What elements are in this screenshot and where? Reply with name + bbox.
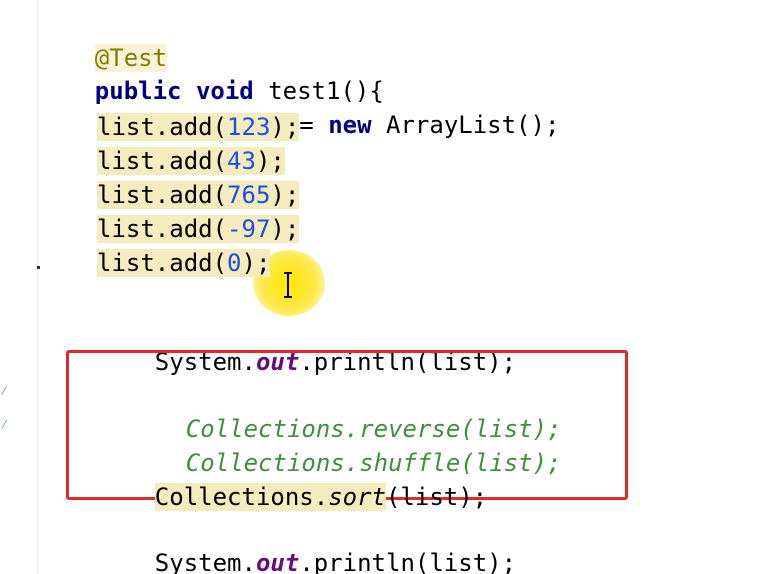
text-cursor-icon — [284, 272, 292, 298]
gutter-fold-mark[interactable]: ⁄ — [0, 418, 8, 432]
add-call: list.add(765); — [97, 181, 300, 209]
number-literal: -97 — [227, 215, 271, 243]
assign-token: = — [299, 111, 314, 139]
code-line-method-signature[interactable]: public void test1(){ — [37, 43, 384, 105]
method-token: sort — [328, 483, 386, 511]
code-line-sort[interactable]: Collections.sort(list); — [97, 449, 487, 511]
ctor-token: ArrayList(); — [386, 111, 560, 139]
add-suffix: ); — [270, 181, 300, 209]
println-call: .println(list); — [299, 549, 517, 574]
code-line-commented[interactable]: Collections.reverse(list); — [128, 381, 562, 443]
add-suffix: ); — [241, 249, 271, 277]
sort-call: Collections.sort — [154, 483, 386, 511]
add-call: list.add(-97); — [97, 215, 300, 243]
add-prefix: list.add( — [97, 113, 228, 141]
number-literal: 43 — [227, 147, 256, 175]
code-line-add[interactable]: list.add(765); — [97, 179, 300, 211]
add-call: list.add(43); — [97, 147, 285, 175]
add-prefix: list.add( — [97, 249, 228, 277]
add-suffix: ); — [270, 215, 300, 243]
add-prefix: list.add( — [97, 181, 228, 209]
add-suffix: ); — [270, 113, 300, 141]
code-line-add[interactable]: list.add(43); — [97, 145, 285, 177]
code-line-println[interactable]: System.out.println(list); — [97, 314, 516, 376]
keyword-new: new — [328, 111, 372, 139]
code-line-declaration[interactable]: List list = new ArrayList(); — [97, 77, 560, 139]
class-token: Collections. — [154, 483, 329, 511]
code-line-commented[interactable]: Collections.shuffle(list); — [128, 415, 562, 477]
code-line-println[interactable]: System.out.println(list); — [97, 515, 516, 574]
code-line-add[interactable]: list.add(0); — [97, 247, 271, 279]
code-line-annotation[interactable]: @Test — [37, 10, 168, 72]
args-token: (list); — [385, 483, 488, 511]
add-prefix: list.add( — [97, 147, 228, 175]
out-field: out — [255, 549, 300, 574]
number-literal: 765 — [227, 181, 271, 209]
system-token: System. — [154, 549, 256, 574]
number-literal: 123 — [227, 113, 271, 141]
add-call: list.add(123); — [97, 113, 300, 141]
code-line-add[interactable]: list.add(123); — [97, 111, 300, 143]
add-prefix: list.add( — [97, 215, 228, 243]
code-line-add[interactable]: list.add(-97); — [97, 213, 300, 245]
add-call: list.add(0); — [97, 249, 271, 277]
number-literal: 0 — [227, 249, 242, 277]
add-suffix: ); — [255, 147, 285, 175]
gutter-fold-mark[interactable]: ⁄ — [0, 384, 8, 398]
code-editor[interactable]: ⁄ ⁄ @Test public void test1(){ List list… — [0, 0, 757, 574]
gutter-dot — [37, 266, 40, 269]
